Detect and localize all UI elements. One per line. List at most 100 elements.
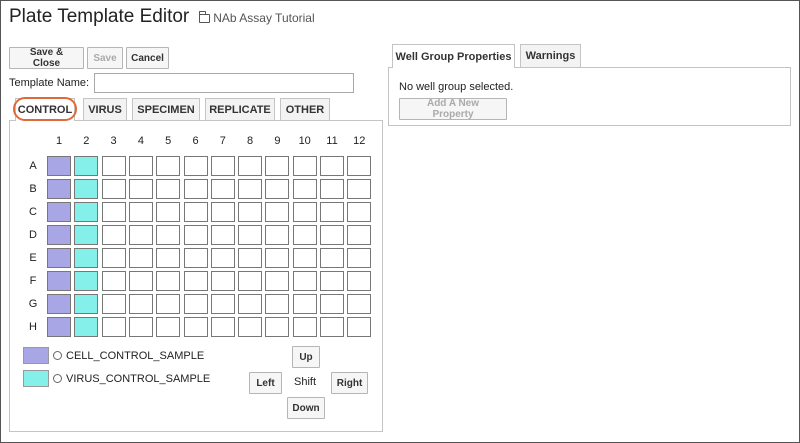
well-C7[interactable] bbox=[210, 202, 235, 222]
well-E9[interactable] bbox=[265, 248, 290, 268]
well-A11[interactable] bbox=[320, 156, 344, 176]
folder-link[interactable]: NAb Assay Tutorial bbox=[199, 11, 315, 25]
well-A3[interactable] bbox=[101, 156, 126, 176]
shift-right-button[interactable]: Right bbox=[331, 372, 368, 394]
well-C12[interactable] bbox=[347, 202, 372, 222]
well-A5[interactable] bbox=[156, 156, 181, 176]
shift-up-button[interactable]: Up bbox=[292, 346, 320, 368]
tab-well-group-properties[interactable]: Well Group Properties bbox=[392, 44, 515, 68]
well-G4[interactable] bbox=[128, 294, 153, 314]
well-G8[interactable] bbox=[238, 294, 263, 314]
well-B6[interactable] bbox=[183, 179, 208, 199]
well-G7[interactable] bbox=[210, 294, 235, 314]
well-B12[interactable] bbox=[347, 179, 372, 199]
well-G10[interactable] bbox=[292, 294, 317, 314]
well-B5[interactable] bbox=[156, 179, 181, 199]
well-F8[interactable] bbox=[238, 271, 263, 291]
well-A9[interactable] bbox=[265, 156, 290, 176]
well-H3[interactable] bbox=[101, 317, 126, 337]
well-E7[interactable] bbox=[210, 248, 235, 268]
well-B10[interactable] bbox=[292, 179, 317, 199]
tab-warnings[interactable]: Warnings bbox=[520, 44, 581, 67]
well-C11[interactable] bbox=[320, 202, 344, 222]
well-H8[interactable] bbox=[238, 317, 263, 337]
well-D3[interactable] bbox=[101, 225, 126, 245]
well-E11[interactable] bbox=[320, 248, 344, 268]
well-C8[interactable] bbox=[238, 202, 263, 222]
save-close-button[interactable]: Save & Close bbox=[9, 47, 84, 69]
well-F3[interactable] bbox=[101, 271, 126, 291]
well-G9[interactable] bbox=[265, 294, 290, 314]
well-C1[interactable] bbox=[47, 202, 71, 222]
well-A2[interactable] bbox=[74, 156, 99, 176]
well-H10[interactable] bbox=[292, 317, 317, 337]
well-H4[interactable] bbox=[128, 317, 153, 337]
well-F4[interactable] bbox=[128, 271, 153, 291]
save-button[interactable]: Save bbox=[87, 47, 123, 69]
tab-replicate[interactable]: REPLICATE bbox=[205, 98, 275, 120]
well-G6[interactable] bbox=[183, 294, 208, 314]
well-B9[interactable] bbox=[265, 179, 290, 199]
well-F5[interactable] bbox=[156, 271, 181, 291]
well-A8[interactable] bbox=[238, 156, 263, 176]
well-H11[interactable] bbox=[320, 317, 344, 337]
well-F1[interactable] bbox=[47, 271, 71, 291]
well-D6[interactable] bbox=[183, 225, 208, 245]
well-H9[interactable] bbox=[265, 317, 290, 337]
well-H7[interactable] bbox=[210, 317, 235, 337]
well-D2[interactable] bbox=[74, 225, 99, 245]
well-H1[interactable] bbox=[47, 317, 71, 337]
well-H6[interactable] bbox=[183, 317, 208, 337]
well-F12[interactable] bbox=[347, 271, 372, 291]
cancel-button[interactable]: Cancel bbox=[126, 47, 169, 69]
well-D4[interactable] bbox=[128, 225, 153, 245]
well-B4[interactable] bbox=[128, 179, 153, 199]
well-A1[interactable] bbox=[47, 156, 71, 176]
well-A12[interactable] bbox=[347, 156, 372, 176]
well-B8[interactable] bbox=[238, 179, 263, 199]
well-D7[interactable] bbox=[210, 225, 235, 245]
well-C5[interactable] bbox=[156, 202, 181, 222]
well-G3[interactable] bbox=[101, 294, 126, 314]
tab-other[interactable]: OTHER bbox=[280, 98, 330, 120]
shift-left-button[interactable]: Left bbox=[249, 372, 282, 394]
well-G5[interactable] bbox=[156, 294, 181, 314]
well-C6[interactable] bbox=[183, 202, 208, 222]
well-F10[interactable] bbox=[292, 271, 317, 291]
well-E6[interactable] bbox=[183, 248, 208, 268]
legend-radio-virus[interactable] bbox=[53, 374, 62, 383]
well-E2[interactable] bbox=[74, 248, 99, 268]
well-C3[interactable] bbox=[101, 202, 126, 222]
well-D8[interactable] bbox=[238, 225, 263, 245]
tab-virus[interactable]: VIRUS bbox=[83, 98, 127, 120]
shift-down-button[interactable]: Down bbox=[287, 397, 325, 419]
well-E3[interactable] bbox=[101, 248, 126, 268]
well-E10[interactable] bbox=[292, 248, 317, 268]
well-F9[interactable] bbox=[265, 271, 290, 291]
well-A4[interactable] bbox=[128, 156, 153, 176]
well-A6[interactable] bbox=[183, 156, 208, 176]
well-G1[interactable] bbox=[47, 294, 71, 314]
well-D10[interactable] bbox=[292, 225, 317, 245]
well-B1[interactable] bbox=[47, 179, 71, 199]
well-C2[interactable] bbox=[74, 202, 99, 222]
tab-specimen[interactable]: SPECIMEN bbox=[132, 98, 200, 120]
well-B2[interactable] bbox=[74, 179, 99, 199]
well-D1[interactable] bbox=[47, 225, 71, 245]
template-name-input[interactable] bbox=[94, 73, 354, 93]
legend-radio-cell[interactable] bbox=[53, 351, 62, 360]
well-F7[interactable] bbox=[210, 271, 235, 291]
well-D12[interactable] bbox=[347, 225, 372, 245]
well-G2[interactable] bbox=[74, 294, 99, 314]
well-F11[interactable] bbox=[320, 271, 344, 291]
well-D5[interactable] bbox=[156, 225, 181, 245]
well-E4[interactable] bbox=[128, 248, 153, 268]
well-C4[interactable] bbox=[128, 202, 153, 222]
well-F2[interactable] bbox=[74, 271, 99, 291]
well-D9[interactable] bbox=[265, 225, 290, 245]
tab-control[interactable]: CONTROL bbox=[15, 98, 75, 121]
well-E8[interactable] bbox=[238, 248, 263, 268]
well-H12[interactable] bbox=[347, 317, 372, 337]
well-A7[interactable] bbox=[210, 156, 235, 176]
well-F6[interactable] bbox=[183, 271, 208, 291]
